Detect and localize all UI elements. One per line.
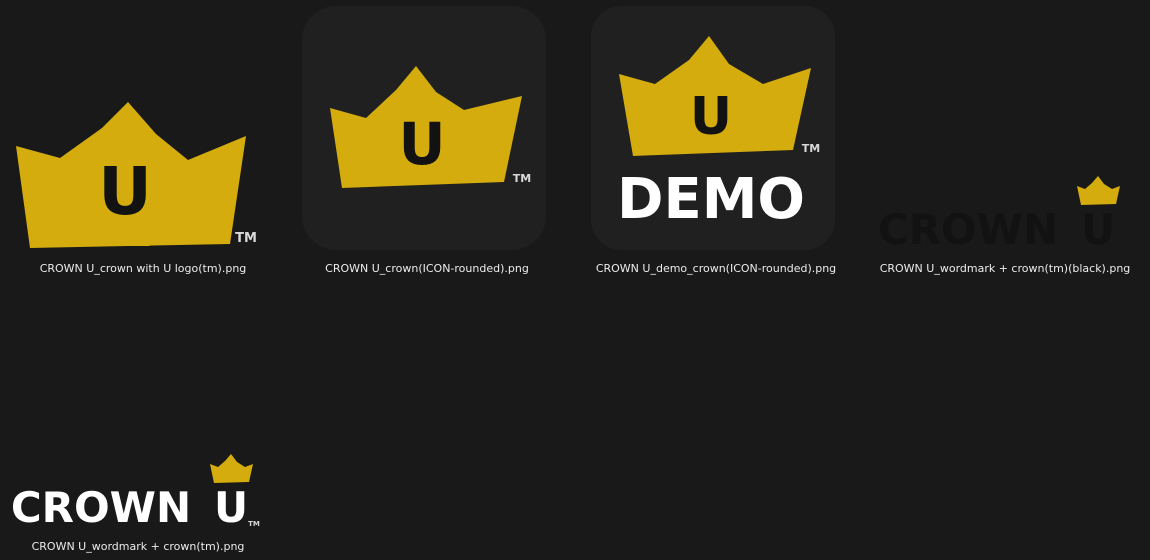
svg-text:TM: TM — [802, 142, 820, 155]
svg-text:CROWN: CROWN — [11, 483, 191, 532]
svg-text:DEMO: DEMO — [617, 167, 805, 232]
svg-text:CROWN: CROWN — [878, 205, 1058, 254]
svg-text:U: U — [214, 483, 248, 532]
file-name-label: CROWN U_demo_crown(ICON-rounded).png — [595, 262, 837, 275]
svg-text:U: U — [1081, 205, 1115, 254]
svg-text:TM: TM — [248, 520, 260, 528]
crown-u-wordmark-black-icon: CROWN U — [870, 6, 1140, 256]
crown-u-wordmark-white-icon: CROWN U TM — [3, 284, 273, 534]
file-item-crown-u-logo[interactable]: U TM CROWN U_crown with U logo(tm).png — [8, 6, 278, 282]
file-item-crown-u-wordmark-white[interactable]: CROWN U TM CROWN U_wordmark + crown(tm).… — [3, 284, 273, 560]
file-item-crown-u-demo-rounded[interactable]: U TM DEMO CROWN U_demo_crown(ICON-rounde… — [581, 6, 851, 282]
svg-text:U: U — [98, 153, 152, 230]
file-item-crown-u-rounded[interactable]: U TM CROWN U_crown(ICON-rounded).png — [292, 6, 562, 282]
crown-u-rounded-icon: U TM — [292, 6, 562, 256]
crown-u-logo-icon: U TM — [8, 6, 278, 256]
file-name-label: CROWN U_wordmark + crown(tm).png — [31, 540, 245, 553]
file-name-label: CROWN U_crown with U logo(tm).png — [39, 262, 247, 275]
file-name-label: CROWN U_wordmark + crown(tm)(black).png — [879, 262, 1131, 275]
crown-u-demo-rounded-icon: U TM DEMO — [581, 6, 851, 256]
svg-text:U: U — [690, 87, 732, 147]
file-name-label: CROWN U_crown(ICON-rounded).png — [325, 262, 529, 275]
svg-text:TM: TM — [235, 231, 257, 246]
svg-text:U: U — [398, 110, 445, 178]
file-item-crown-u-wordmark-black[interactable]: CROWN U CROWN U_wordmark + crown(tm)(bla… — [870, 6, 1140, 282]
svg-text:TM: TM — [513, 172, 531, 185]
